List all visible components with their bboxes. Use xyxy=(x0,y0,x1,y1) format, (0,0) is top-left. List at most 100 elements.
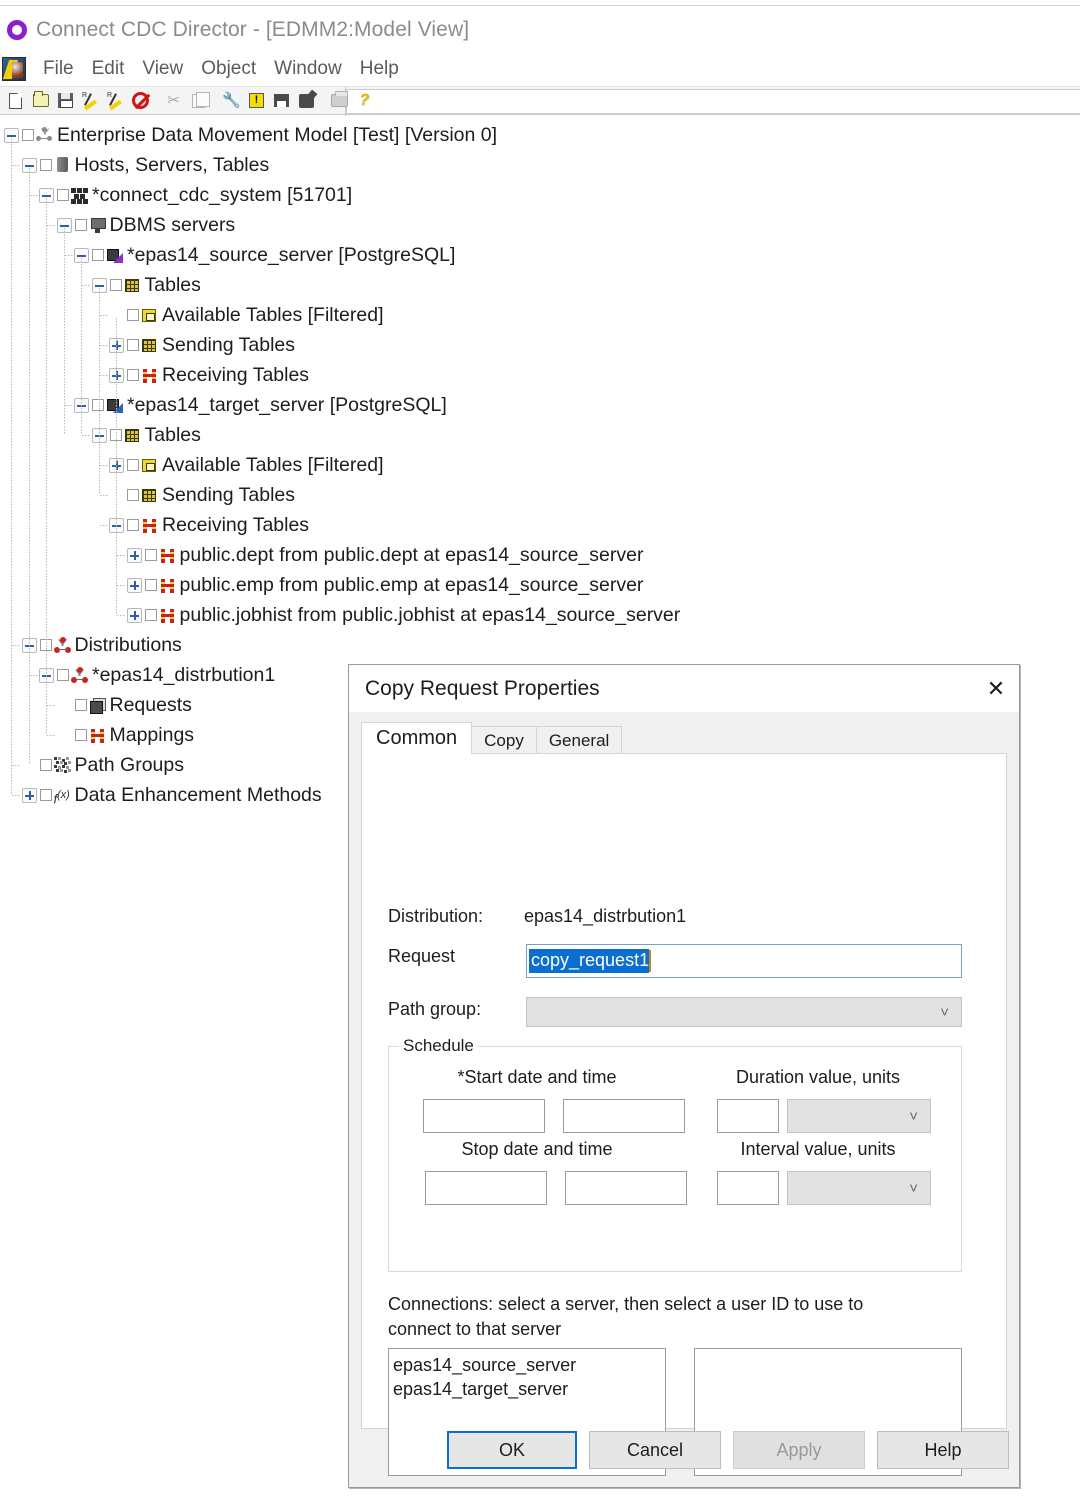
tree-node[interactable]: public.jobhist from public.jobhist at ep… xyxy=(127,600,681,630)
print-button[interactable] xyxy=(328,89,351,112)
tree-node[interactable]: DBMS servers xyxy=(57,210,236,240)
path-group-row: Path group: xyxy=(388,999,524,1020)
tree-node-checkbox[interactable] xyxy=(127,519,139,531)
tree-node[interactable]: public.emp from public.emp at epas14_sou… xyxy=(127,570,644,600)
warning-button[interactable]: ! xyxy=(245,89,268,112)
tree-node[interactable]: Available Tables [Filtered] xyxy=(109,450,384,480)
start-time-input[interactable] xyxy=(563,1099,685,1133)
application-window: Connect CDC Director - [EDMM2:Model View… xyxy=(0,0,1080,1503)
tree-node[interactable]: f(x)Data Enhancement Methods xyxy=(22,780,322,810)
tree-node[interactable]: Requests xyxy=(57,690,192,720)
save-button[interactable] xyxy=(54,89,77,112)
dialog-title: Copy Request Properties xyxy=(365,677,600,701)
pencil-rl-icon: R xyxy=(82,92,99,109)
tree-node[interactable]: Enterprise Data Movement Model [Test] [V… xyxy=(4,120,497,150)
duration-units-dropdown[interactable]: ˅ xyxy=(787,1099,931,1133)
expand-plus-icon[interactable] xyxy=(22,788,37,803)
tree-node[interactable]: Path Groups xyxy=(22,750,184,780)
tree-node-checkbox[interactable] xyxy=(145,579,157,591)
menu-item-view[interactable]: View xyxy=(133,58,192,80)
path-group-dropdown[interactable]: ˅ xyxy=(526,997,962,1027)
tree-node[interactable]: Tables xyxy=(92,270,201,300)
tree-node-checkbox[interactable] xyxy=(145,549,157,561)
tree-node-checkbox[interactable] xyxy=(57,669,69,681)
tree-connector-line xyxy=(12,795,21,796)
tree-node[interactable]: public.dept from public.dept at epas14_s… xyxy=(127,540,644,570)
tree-node[interactable]: *connect_cdc_system [51701] xyxy=(39,180,352,210)
open-button[interactable] xyxy=(29,89,52,112)
close-icon[interactable]: ✕ xyxy=(973,666,1019,712)
expand-plus-icon[interactable] xyxy=(127,578,142,593)
request-row: Request xyxy=(388,946,524,967)
tree-node[interactable]: Receiving Tables xyxy=(109,510,309,540)
server-blue-icon xyxy=(106,397,123,414)
tree-node-checkbox[interactable] xyxy=(75,219,87,231)
menu-item-edit[interactable]: Edit xyxy=(83,58,134,80)
tab-common[interactable]: Common xyxy=(361,722,472,754)
menu-item-window[interactable]: Window xyxy=(265,58,351,80)
warning-exclamation-icon: ! xyxy=(249,93,264,108)
tree-node[interactable]: Sending Tables xyxy=(109,330,295,360)
menu-item-help[interactable]: Help xyxy=(351,58,408,80)
tree-node-checkbox[interactable] xyxy=(75,699,87,711)
tree-node-checkbox[interactable] xyxy=(145,609,157,621)
menu-item-file[interactable]: File xyxy=(34,58,83,80)
edit-rl-alt-button[interactable]: R xyxy=(104,89,127,112)
stop-date-input[interactable] xyxy=(425,1171,547,1205)
start-date-input[interactable] xyxy=(423,1099,545,1133)
duration-value-input[interactable] xyxy=(717,1099,779,1133)
copy-button[interactable] xyxy=(187,89,210,112)
tree-node[interactable]: *epas14_source_server [PostgreSQL] xyxy=(74,240,455,270)
interval-value-input[interactable] xyxy=(717,1171,779,1205)
tree-node-checkbox[interactable] xyxy=(110,279,122,291)
tree-node[interactable]: *epas14_distrbution1 xyxy=(39,660,275,690)
tree-node[interactable]: Available Tables [Filtered] xyxy=(109,300,384,330)
tree-node[interactable]: Receiving Tables xyxy=(109,360,309,390)
tree-node-checkbox[interactable] xyxy=(92,249,104,261)
tree-node-checkbox[interactable] xyxy=(127,489,139,501)
tree-node[interactable]: Sending Tables xyxy=(109,480,295,510)
tree-node[interactable]: Tables xyxy=(92,420,201,450)
no-entry-button[interactable] xyxy=(129,89,152,112)
help-button[interactable]: ? xyxy=(353,89,376,112)
stamp-button[interactable] xyxy=(295,89,318,112)
ok-button[interactable]: OK xyxy=(447,1431,577,1469)
tree-node-checkbox[interactable] xyxy=(127,369,139,381)
tree-connector-line xyxy=(99,288,100,494)
tree-node-checkbox[interactable] xyxy=(22,129,34,141)
tree-node-checkbox[interactable] xyxy=(40,159,52,171)
edit-rl-button[interactable]: R xyxy=(79,89,102,112)
tree-node-checkbox[interactable] xyxy=(40,789,52,801)
cancel-button[interactable]: Cancel xyxy=(589,1431,721,1469)
tree-connector-line xyxy=(82,435,91,436)
tree-node-checkbox[interactable] xyxy=(40,759,52,771)
apply-button[interactable]: Apply xyxy=(733,1431,865,1469)
tree-node-checkbox[interactable] xyxy=(127,339,139,351)
list-item[interactable]: epas14_source_server xyxy=(389,1353,665,1377)
disk-button[interactable] xyxy=(270,89,293,112)
menu-item-object[interactable]: Object xyxy=(192,58,265,80)
tree-node-checkbox[interactable] xyxy=(57,189,69,201)
tree-expander-none xyxy=(57,698,72,713)
stamp-icon xyxy=(299,94,314,108)
properties-button[interactable]: 🔧 xyxy=(220,89,243,112)
tree-node-checkbox[interactable] xyxy=(75,729,87,741)
tree-node-checkbox[interactable] xyxy=(127,459,139,471)
expand-plus-icon[interactable] xyxy=(127,608,142,623)
expand-plus-icon[interactable] xyxy=(127,548,142,563)
tree-node[interactable]: Mappings xyxy=(57,720,195,750)
stop-time-input[interactable] xyxy=(565,1171,687,1205)
help-dialog-button[interactable]: Help xyxy=(877,1431,1009,1469)
tree-node[interactable]: *epas14_target_server [PostgreSQL] xyxy=(74,390,447,420)
new-button[interactable] xyxy=(4,89,27,112)
interval-units-dropdown[interactable]: ˅ xyxy=(787,1171,931,1205)
tab-general[interactable]: General xyxy=(536,726,622,754)
tree-node[interactable]: Hosts, Servers, Tables xyxy=(22,150,270,180)
list-item[interactable]: epas14_target_server xyxy=(389,1377,665,1401)
request-input[interactable]: copy_request1 xyxy=(526,944,962,978)
tree-node-checkbox[interactable] xyxy=(127,309,139,321)
cut-button[interactable]: ✂ xyxy=(162,89,185,112)
tab-copy[interactable]: Copy xyxy=(471,726,537,754)
tree-connector-line xyxy=(65,255,74,256)
schedule-groupbox: Schedule *Start date and time Stop date … xyxy=(388,1046,962,1272)
